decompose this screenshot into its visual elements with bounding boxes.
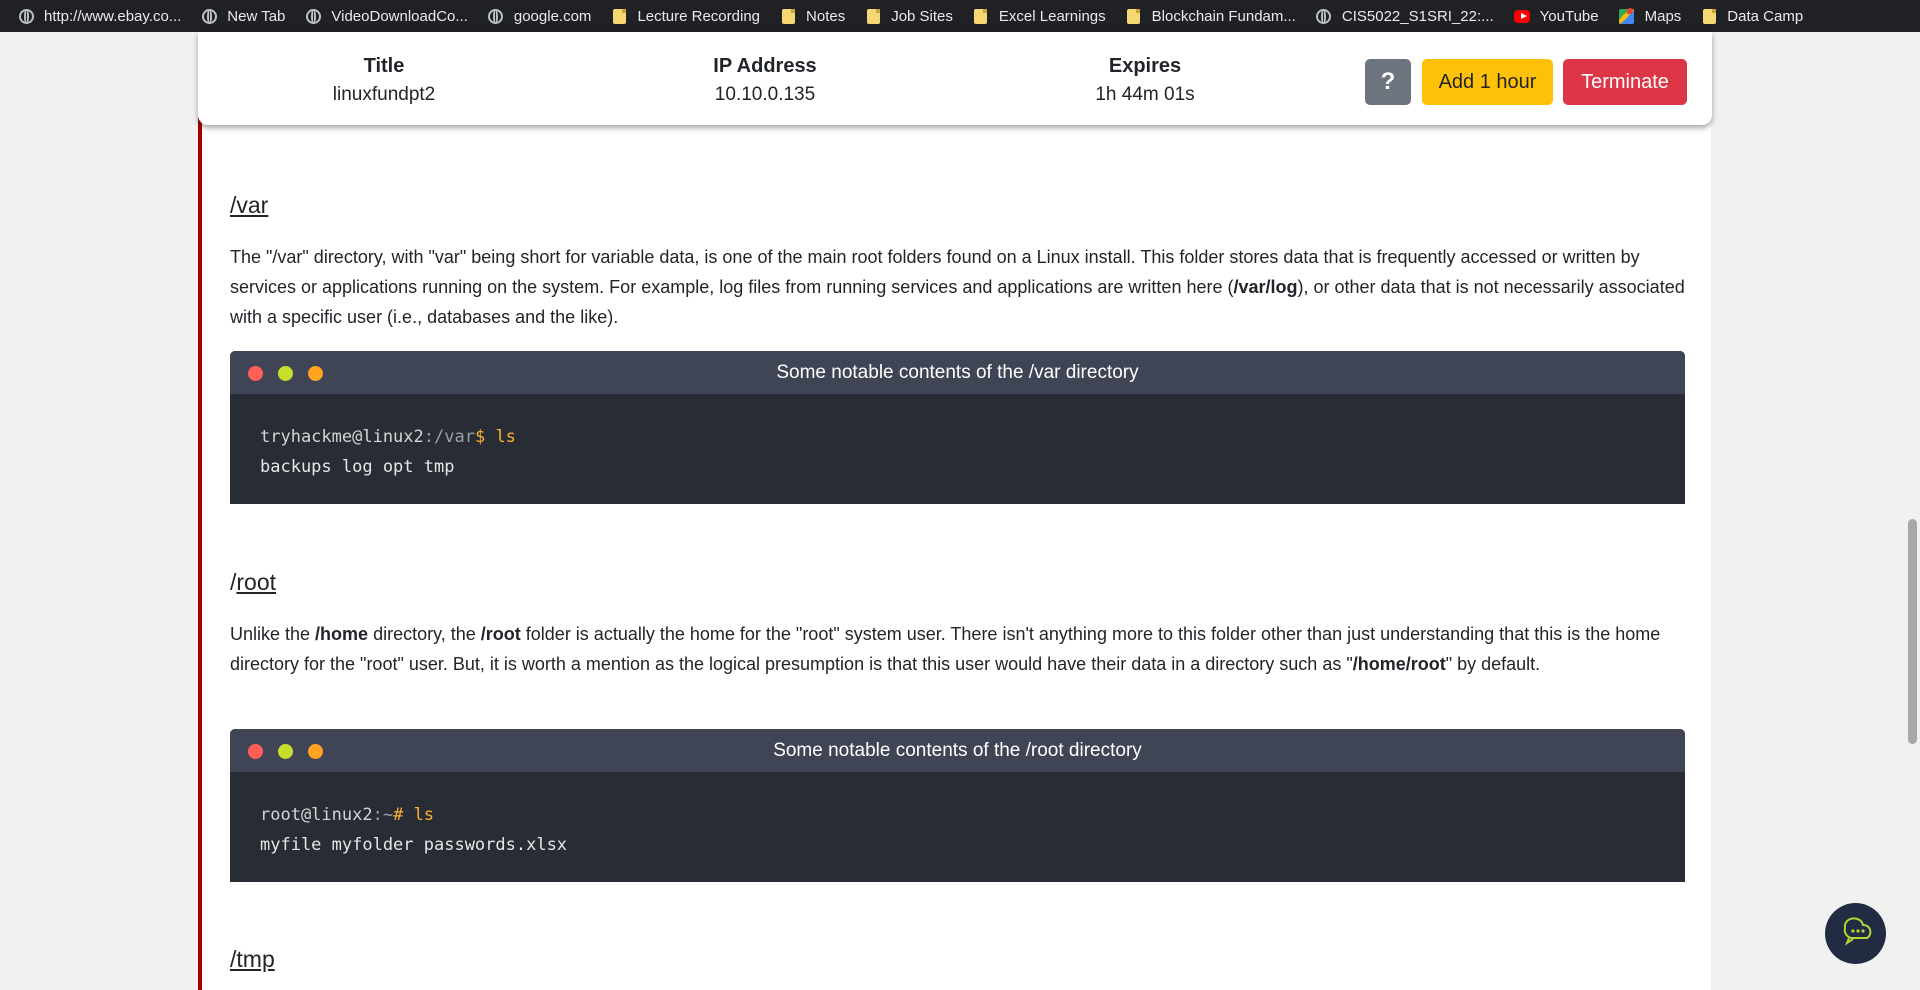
add-hour-button[interactable]: Add 1 hour — [1422, 59, 1553, 105]
folder-icon — [780, 8, 796, 24]
machine-expires-block: Expires 1h 44m 01s — [1095, 54, 1194, 108]
globe-icon — [488, 8, 504, 24]
folder-icon — [1701, 8, 1717, 24]
folder-icon — [1126, 8, 1142, 24]
bookmark-folder-notes[interactable]: Notes — [780, 3, 855, 29]
root-heading: /root — [230, 568, 276, 596]
var-terminal: Some notable contents of the /var direct… — [230, 351, 1685, 504]
home-root-path: /home/root — [1352, 654, 1446, 674]
bookmark-ebay[interactable]: http://www.ebay.co... — [18, 3, 191, 29]
bookmark-videodownload[interactable]: VideoDownloadCo... — [305, 3, 477, 29]
bookmark-label: Job Sites — [891, 7, 953, 25]
machine-title-label: Title — [363, 55, 405, 77]
bookmark-folder-jobs[interactable]: Job Sites — [865, 3, 963, 29]
root-para-g: " by default. — [1445, 654, 1541, 674]
bookmark-label: Notes — [806, 7, 846, 25]
youtube-icon — [1513, 8, 1530, 24]
bookmark-label: YouTube — [1539, 7, 1599, 25]
root-path: /root — [480, 624, 521, 644]
machine-info-bar: Title linuxfundpt2 IP Address 10.10.0.13… — [198, 32, 1712, 125]
bookmark-google[interactable]: google.com — [488, 3, 602, 29]
bookmark-youtube[interactable]: YouTube — [1513, 3, 1609, 29]
globe-icon — [201, 8, 217, 24]
help-button[interactable]: ? — [1365, 59, 1411, 105]
terminal-output: backups log opt tmp — [260, 457, 455, 477]
bookmark-cis5022[interactable]: CIS5022_S1SRI_22:... — [1316, 3, 1504, 29]
root-paragraph: Unlike the /home directory, the /root fo… — [230, 619, 1685, 679]
bookmark-maps[interactable]: Maps — [1619, 3, 1692, 29]
home-path: /home — [315, 624, 369, 644]
machine-title-block: Title linuxfundpt2 — [333, 54, 435, 108]
terminal-user: tryhackme@linux2 — [260, 427, 424, 447]
bookmark-folder-datacamp[interactable]: Data Camp — [1701, 3, 1813, 29]
tmp-heading-link[interactable]: /tmp — [230, 945, 275, 973]
terminal-title: Some notable contents of the /var direct… — [776, 362, 1139, 383]
machine-ip-value: 10.10.0.135 — [714, 84, 816, 105]
machine-expires-label: Expires — [1108, 55, 1182, 77]
bookmark-label: Blockchain Fundam... — [1151, 7, 1296, 25]
bookmark-label: Excel Learnings — [998, 7, 1106, 25]
bookmark-label: Maps — [1644, 7, 1682, 25]
machine-ip-block: IP Address 10.10.0.135 — [713, 54, 816, 108]
bookmarks-bar: http://www.ebay.co... New Tab VideoDownl… — [0, 0, 1920, 32]
terminal-prompt: $ — [474, 427, 486, 447]
root-para-c: directory, the — [368, 624, 481, 644]
machine-ip-label: IP Address — [713, 55, 817, 77]
terminal-header: Some notable contents of the /root direc… — [230, 729, 1685, 772]
terminal-output: myfile myfolder passwords.xlsx — [260, 835, 568, 855]
folder-icon — [865, 8, 881, 24]
bookmark-label: VideoDownloadCo... — [331, 7, 468, 25]
terminal-title: Some notable contents of the /root direc… — [773, 740, 1142, 761]
terminal-command-line: tryhackme@linux2:/var$ ls — [260, 422, 1655, 452]
globe-icon — [305, 8, 321, 24]
page-scrollbar[interactable] — [1904, 32, 1920, 990]
terminal-body[interactable]: root@linux2:~# ls myfile myfolder passwo… — [230, 772, 1685, 882]
root-terminal: Some notable contents of the /root direc… — [230, 729, 1685, 882]
maps-icon — [1619, 7, 1635, 24]
var-log-path: /var/log — [1233, 277, 1298, 297]
root-heading-link[interactable]: root — [236, 569, 276, 595]
terminate-button[interactable]: Terminate — [1563, 59, 1687, 105]
chat-support-button[interactable] — [1825, 903, 1886, 964]
terminal-header: Some notable contents of the /var direct… — [230, 351, 1685, 394]
machine-expires-value: 1h 44m 01s — [1095, 84, 1195, 105]
page-viewport: Title linuxfundpt2 IP Address 10.10.0.13… — [0, 32, 1920, 990]
var-heading-link[interactable]: /var — [230, 191, 268, 219]
terminal-path: :/var — [423, 427, 475, 447]
machine-title-value: linuxfundpt2 — [332, 84, 436, 105]
root-para-a: Unlike the — [230, 624, 316, 644]
terminal-prompt: # — [393, 805, 404, 825]
scrollbar-thumb[interactable] — [1908, 519, 1917, 744]
bookmark-label: google.com — [513, 7, 592, 25]
bookmark-folder-excel[interactable]: Excel Learnings — [973, 3, 1116, 29]
chat-bubble-icon — [1839, 916, 1873, 951]
bookmark-new-tab[interactable]: New Tab — [201, 3, 295, 29]
var-paragraph: The "/var" directory, with "var" being s… — [230, 242, 1685, 332]
bookmark-label: Lecture Recording — [637, 7, 761, 25]
globe-icon — [1316, 8, 1332, 24]
bookmark-label: New Tab — [227, 7, 286, 25]
terminal-command-line: root@linux2:~# ls — [260, 800, 1655, 830]
terminal-user: root@linux2 — [260, 805, 373, 825]
terminal-path: :~ — [372, 805, 394, 825]
folder-icon — [611, 8, 627, 24]
bookmark-label: CIS5022_S1SRI_22:... — [1341, 7, 1494, 25]
terminal-command: ls — [485, 427, 516, 447]
terminal-body[interactable]: tryhackme@linux2:/var$ ls backups log op… — [230, 394, 1685, 504]
bookmark-label: http://www.ebay.co... — [44, 7, 182, 25]
globe-icon — [18, 8, 34, 24]
bookmark-folder-lecture[interactable]: Lecture Recording — [611, 3, 770, 29]
bookmark-folder-blockchain[interactable]: Blockchain Fundam... — [1126, 3, 1306, 29]
terminal-command: ls — [403, 805, 435, 825]
folder-icon — [973, 8, 989, 24]
bookmark-label: Data Camp — [1727, 7, 1804, 25]
